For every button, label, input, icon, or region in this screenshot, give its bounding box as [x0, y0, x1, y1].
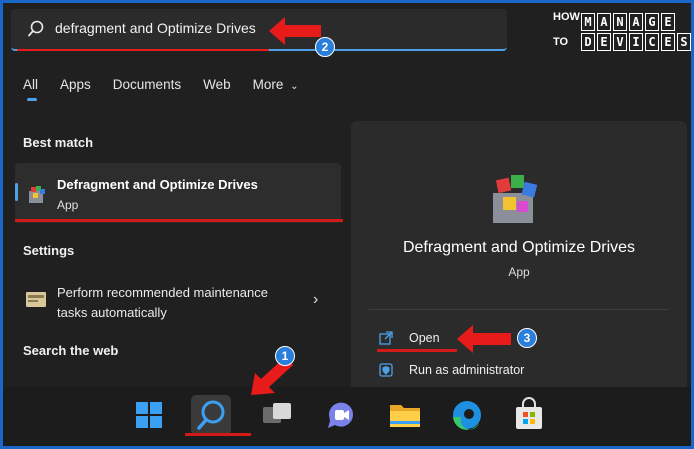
- tab-documents[interactable]: Documents: [113, 77, 181, 92]
- detail-app-subtitle: App: [508, 265, 530, 279]
- annotation-underline-search: [17, 49, 269, 51]
- logo-letter: M: [581, 13, 595, 31]
- best-match-heading: Best match: [23, 135, 94, 150]
- open-action-label: Open: [409, 331, 440, 345]
- chevron-right-icon: ›: [313, 291, 319, 308]
- store-icon: [516, 397, 542, 429]
- taskbar-task-view-button[interactable]: [257, 395, 297, 435]
- best-match-subtitle: App: [57, 198, 79, 212]
- annotation-badge-2: 2: [315, 37, 335, 57]
- logo-letter: E: [597, 33, 611, 51]
- annotation-underline-best-match: [15, 219, 343, 222]
- logo-letters: M A N A G E D E V I C E S: [581, 13, 691, 51]
- divider: [369, 309, 669, 310]
- logo-how-to: HOW TO: [553, 11, 580, 63]
- logo-letter: E: [661, 33, 675, 51]
- tab-more[interactable]: More ⌄: [253, 77, 299, 92]
- edge-icon: [453, 401, 481, 430]
- setting-maintenance-item[interactable]: Perform recommended maintenance tasks au…: [15, 275, 341, 327]
- detail-app-title: Defragment and Optimize Drives: [402, 239, 636, 256]
- run-as-admin-label: Run as administrator: [409, 363, 525, 377]
- tab-more-label: More: [252, 77, 284, 92]
- windows-start-icon: [136, 402, 162, 428]
- taskbar-start-button[interactable]: [129, 395, 169, 435]
- taskbar-chat-button[interactable]: [321, 395, 361, 435]
- search-icon: [197, 400, 225, 430]
- search-input[interactable]: defragment and Optimize Drives: [55, 20, 256, 36]
- best-match-result[interactable]: Defragment and Optimize Drives App: [15, 163, 341, 223]
- logo-letter: A: [629, 13, 643, 31]
- annotation-badge-1: 1: [275, 346, 295, 366]
- logo-letter: V: [613, 33, 627, 51]
- annotation-badge-3: 3: [517, 328, 537, 348]
- tab-all[interactable]: All: [23, 77, 38, 101]
- logo-letter: S: [677, 33, 691, 51]
- search-box[interactable]: defragment and Optimize Drives: [11, 9, 507, 51]
- maintenance-settings-icon: [26, 292, 46, 307]
- taskbar-edge-button[interactable]: [447, 395, 487, 435]
- logo-spacer: [677, 13, 691, 31]
- logo-letter: C: [645, 33, 659, 51]
- file-explorer-icon: [390, 405, 420, 427]
- logo-to: TO: [553, 36, 569, 48]
- logo-letter: D: [581, 33, 595, 51]
- annotation-arrow-left: [457, 325, 511, 353]
- logo-letter: E: [661, 13, 675, 31]
- start-search-panel: defragment and Optimize Drives HOW TO M …: [0, 0, 694, 449]
- logo-letter: G: [645, 13, 659, 31]
- task-view-icon: [263, 403, 291, 423]
- annotation-underline-open: [377, 349, 457, 352]
- teams-chat-icon: [328, 402, 353, 428]
- taskbar-search-button[interactable]: [191, 395, 231, 435]
- settings-heading: Settings: [23, 243, 75, 258]
- search-filter-tabs: All Apps Documents Web More ⌄: [23, 77, 321, 101]
- chevron-down-icon: ⌄: [290, 81, 299, 92]
- logo-letter: I: [629, 33, 643, 51]
- search-icon: [28, 20, 44, 37]
- search-web-heading: Search the web: [23, 343, 119, 358]
- taskbar-store-button[interactable]: [509, 395, 549, 435]
- taskbar: [3, 387, 691, 446]
- tab-apps[interactable]: Apps: [60, 77, 91, 92]
- logo-letter: A: [597, 13, 611, 31]
- defrag-app-icon: [29, 186, 45, 203]
- tab-web[interactable]: Web: [203, 77, 231, 92]
- selection-indicator: [15, 183, 18, 201]
- howtomanagedevices-logo: HOW TO M A N A G E D E V I C E S: [553, 11, 691, 63]
- taskbar-explorer-button[interactable]: [385, 395, 425, 435]
- shield-admin-icon: [379, 363, 393, 377]
- defrag-large-icon: [493, 175, 538, 223]
- logo-letter: N: [613, 13, 627, 31]
- setting-maintenance-label: Perform recommended maintenance tasks au…: [57, 285, 268, 320]
- best-match-title: Defragment and Optimize Drives: [57, 177, 258, 192]
- annotation-underline-taskbar-search: [185, 433, 251, 436]
- open-external-icon: [379, 331, 393, 345]
- logo-how: HOW: [553, 11, 580, 23]
